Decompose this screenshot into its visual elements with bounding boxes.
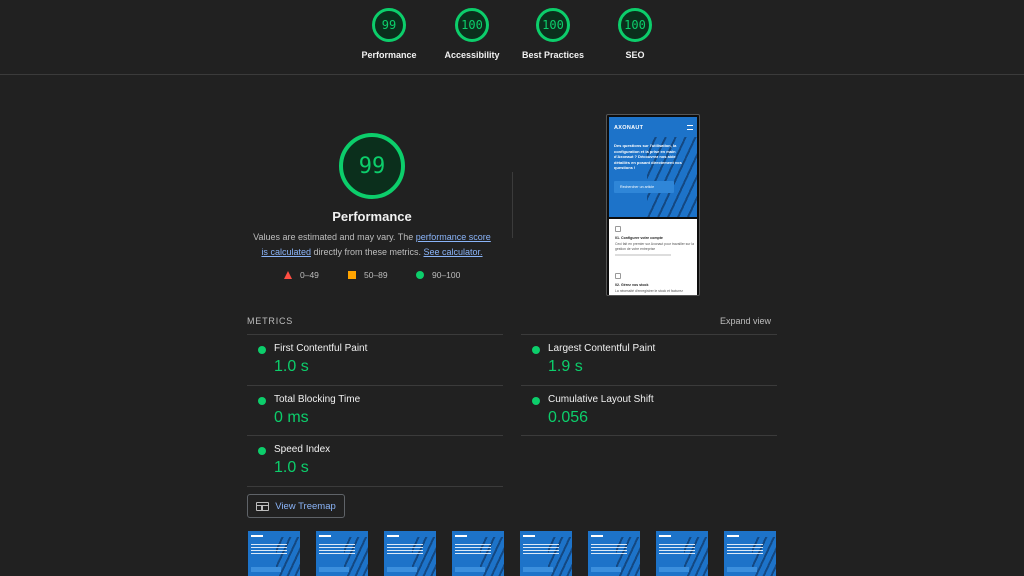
filmstrip-frame[interactable]	[656, 531, 708, 576]
pass-dot-icon	[258, 447, 266, 455]
metric-tbt-label: Total Blocking Time	[274, 394, 361, 405]
filmstrip-frame[interactable]	[384, 531, 436, 576]
preview-item: 02. Gérez vos stock La nécessité d'enreg…	[615, 273, 695, 294]
legend-fail-label: 0–49	[300, 270, 319, 280]
metric-si-value: 1.0 s	[274, 459, 309, 476]
legend-fail: 0–49	[284, 270, 319, 280]
metric-lcp-label: Largest Contentful Paint	[548, 343, 656, 354]
metric-lcp-value: 1.9 s	[548, 358, 583, 375]
divider	[521, 435, 777, 436]
filmstrip-frame[interactable]	[520, 531, 572, 576]
gauge-performance-score: 99	[372, 8, 406, 42]
preview-body: 01. Configurer votre compte Ceci fait en…	[609, 219, 697, 295]
treemap-icon	[256, 501, 270, 511]
square-icon	[348, 271, 356, 279]
metric-cls-label: Cumulative Layout Shift	[548, 394, 654, 405]
pass-dot-icon	[532, 397, 540, 405]
rocket-icon	[615, 226, 621, 232]
preview-search: Rechercher un article	[614, 181, 674, 193]
preview-headline: Des questions sur l'utilisation, la conf…	[614, 143, 682, 170]
desc-text-1: Values are estimated and may vary. The	[253, 232, 416, 242]
pass-dot-icon	[258, 397, 266, 405]
preview-item-meta	[615, 254, 671, 256]
gauge-best-practices[interactable]: 100 Best Practices	[508, 8, 598, 60]
metric-si: Speed Index 1.0 s	[247, 436, 503, 486]
metric-lcp: Largest Contentful Paint 1.9 s	[521, 335, 777, 385]
gauge-accessibility-label: Accessibility	[444, 50, 500, 60]
metric-fcp-value: 1.0 s	[274, 358, 309, 375]
summary-bar: 99 Performance 100 Accessibility 100 Bes…	[0, 0, 1024, 75]
metric-fcp-label: First Contentful Paint	[274, 343, 368, 354]
preview-item-title: 01. Configurer votre compte	[615, 236, 663, 240]
filmstrip-frame[interactable]	[452, 531, 504, 576]
preview-hero: AXONAUT Des questions sur l'utilisation,…	[609, 117, 697, 217]
filmstrip-frame[interactable]	[248, 531, 300, 576]
preview-item: 01. Configurer votre compte Ceci fait en…	[615, 226, 695, 256]
metric-fcp: First Contentful Paint 1.0 s	[247, 335, 503, 385]
calculator-link[interactable]: See calculator.	[424, 247, 483, 257]
pass-dot-icon	[258, 346, 266, 354]
preview-item-desc: Ceci fait en premier sur Axonaut pour tr…	[615, 242, 694, 251]
menu-icon	[687, 125, 693, 130]
gauge-accessibility[interactable]: 100 Accessibility	[427, 8, 517, 60]
gauge-performance[interactable]: 99 Performance	[344, 8, 434, 60]
metric-tbt-value: 0 ms	[274, 409, 309, 426]
gauge-accessibility-score: 100	[455, 8, 489, 42]
metrics-header: METRICS	[247, 316, 294, 326]
triangle-icon	[284, 271, 292, 279]
metric-tbt: Total Blocking Time 0 ms	[247, 386, 503, 436]
performance-description: Values are estimated and may vary. The p…	[252, 230, 492, 260]
circle-icon	[416, 271, 424, 279]
gauge-best-practices-label: Best Practices	[521, 50, 585, 60]
divider	[247, 486, 503, 487]
vertical-divider	[512, 172, 513, 238]
desc-text-2: directly from these metrics.	[310, 247, 424, 257]
filmstrip-frame[interactable]	[724, 531, 776, 576]
expand-view-toggle[interactable]: Expand view	[720, 316, 771, 326]
final-screenshot[interactable]: AXONAUT Des questions sur l'utilisation,…	[606, 114, 700, 296]
filmstrip-frame[interactable]	[588, 531, 640, 576]
legend-pass-label: 90–100	[432, 270, 461, 280]
view-treemap-button[interactable]: View Treemap	[247, 494, 345, 518]
metric-cls-value: 0.056	[548, 409, 589, 426]
performance-gauge: 99	[339, 133, 405, 199]
gauge-seo-label: SEO	[625, 50, 645, 60]
view-treemap-label: View Treemap	[275, 500, 336, 512]
preview-item-title: 02. Gérez vos stock	[615, 283, 649, 287]
filmstrip-frame[interactable]	[316, 531, 368, 576]
gauge-seo[interactable]: 100 SEO	[590, 8, 680, 60]
gauge-best-practices-score: 100	[536, 8, 570, 42]
metric-si-label: Speed Index	[274, 444, 331, 455]
legend-pass: 90–100	[416, 270, 460, 280]
pass-dot-icon	[532, 346, 540, 354]
preview-item-desc: La nécessité d'enregistrer le stock et f…	[615, 289, 683, 293]
gauge-performance-label: Performance	[361, 50, 417, 60]
document-icon	[615, 273, 621, 279]
legend-average: 50–89	[348, 270, 388, 280]
gauge-seo-score: 100	[618, 8, 652, 42]
legend-average-label: 50–89	[364, 270, 388, 280]
metric-cls: Cumulative Layout Shift 0.056	[521, 386, 777, 436]
preview-logo: AXONAUT	[614, 125, 644, 131]
performance-title: Performance	[332, 209, 412, 224]
